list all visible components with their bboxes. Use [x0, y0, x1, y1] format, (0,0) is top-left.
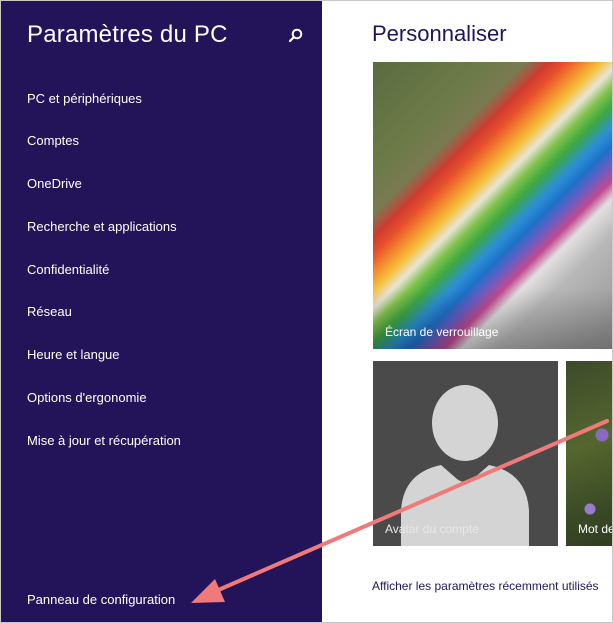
- sidebar-item-time-language[interactable]: Heure et langue: [27, 347, 120, 362]
- main-content: Personnaliser Écran de verrouillage Avat…: [322, 1, 612, 622]
- sidebar-item-pc-devices[interactable]: PC et périphériques: [27, 91, 142, 106]
- recent-settings-link[interactable]: Afficher les paramètres récemment utilis…: [372, 579, 599, 593]
- sidebar-item-ease-of-access[interactable]: Options d'ergonomie: [27, 390, 147, 405]
- sidebar-item-network[interactable]: Réseau: [27, 304, 72, 319]
- sidebar-item-search-apps[interactable]: Recherche et applications: [27, 219, 177, 234]
- page-title: Personnaliser: [372, 21, 507, 46]
- control-panel-link[interactable]: Panneau de configuration: [27, 592, 175, 607]
- sidebar-item-accounts[interactable]: Comptes: [27, 133, 79, 148]
- tile-label: Mot de: [578, 522, 613, 536]
- sidebar-item-onedrive[interactable]: OneDrive: [27, 176, 82, 191]
- tile-label: Écran de verrouillage: [385, 325, 499, 339]
- sidebar-item-privacy[interactable]: Confidentialité: [27, 262, 109, 277]
- pc-settings-window: Paramètres du PC PC et périphériques Com…: [0, 0, 613, 623]
- sidebar: Paramètres du PC PC et périphériques Com…: [1, 1, 322, 622]
- lock-screen-tile[interactable]: Écran de verrouillage: [373, 62, 612, 349]
- tile-label: Avatar du compte: [385, 522, 479, 536]
- sidebar-item-update-recovery[interactable]: Mise à jour et récupération: [27, 433, 181, 448]
- search-button[interactable]: [285, 25, 307, 47]
- search-icon: [288, 28, 303, 43]
- password-tile[interactable]: Mot de: [566, 361, 613, 546]
- sidebar-title: Paramètres du PC: [27, 21, 228, 48]
- avatar-placeholder-icon: [401, 385, 529, 546]
- account-avatar-tile[interactable]: Avatar du compte: [373, 361, 558, 546]
